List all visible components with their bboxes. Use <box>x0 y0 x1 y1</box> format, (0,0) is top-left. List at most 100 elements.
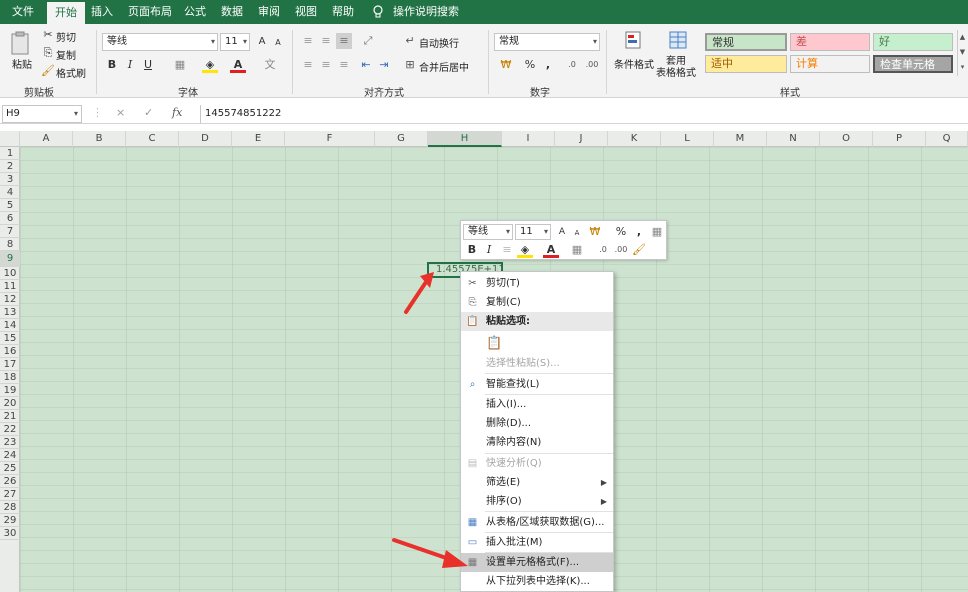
row-header[interactable]: 22 <box>0 423 20 436</box>
row-header[interactable]: 26 <box>0 475 20 488</box>
mini-format-painter-icon[interactable]: 🖌 <box>631 242 647 258</box>
mini-align-icon[interactable]: ≡ <box>499 242 515 258</box>
column-header[interactable]: D <box>179 131 232 147</box>
underline-button[interactable]: U <box>140 57 156 73</box>
fill-color-icon[interactable]: ◈ <box>202 57 218 73</box>
font-size-select[interactable]: 11 ▾ <box>220 33 250 51</box>
font-name-select[interactable]: 等线 ▾ <box>102 33 218 51</box>
mini-grow-font-button[interactable]: A <box>554 224 570 240</box>
align-top-icon[interactable]: ≡ <box>300 33 316 49</box>
row-header[interactable]: 13 <box>0 306 20 319</box>
format-as-table-button[interactable]: 套用 表格格式 <box>656 56 696 80</box>
enter-icon[interactable]: ✓ <box>144 106 153 119</box>
grow-font-button[interactable]: A <box>254 34 270 50</box>
mini-font-color-button[interactable]: A <box>543 242 559 258</box>
style-neutral[interactable]: 适中 <box>705 55 787 73</box>
conditional-formatting-button[interactable]: 条件格式 <box>614 56 654 71</box>
row-header-selected[interactable]: 9 <box>0 251 20 267</box>
style-bad[interactable]: 差 <box>790 33 870 51</box>
styles-gallery-scroll[interactable]: ▲ ▼ ▾ <box>957 30 967 76</box>
orientation-icon[interactable]: ⤢ <box>360 33 376 49</box>
shrink-font-button[interactable]: A <box>270 35 286 51</box>
menu-item-get-data-from-table[interactable]: ▦ 从表格/区域获取数据(G)... <box>461 513 613 532</box>
column-header[interactable]: B <box>73 131 126 147</box>
row-header[interactable]: 18 <box>0 371 20 384</box>
format-painter-button[interactable]: 格式刷 <box>56 65 86 80</box>
column-header-selected[interactable]: H <box>428 131 502 147</box>
font-color-icon[interactable]: A <box>230 57 246 73</box>
number-format-select[interactable]: 常规 ▾ <box>494 33 600 51</box>
row-header[interactable]: 12 <box>0 293 20 306</box>
style-good[interactable]: 好 <box>873 33 953 51</box>
column-header[interactable]: F <box>285 131 375 147</box>
mini-cell-borders-icon[interactable]: ▦ <box>569 242 585 258</box>
row-header[interactable]: 30 <box>0 527 20 540</box>
align-center-icon[interactable]: ≡ <box>318 57 334 73</box>
menu-item-clear-contents[interactable]: 清除内容(N) <box>461 433 613 452</box>
column-header[interactable]: G <box>375 131 428 147</box>
name-box[interactable]: H9 ▾ <box>2 105 82 123</box>
format-as-table-icon[interactable] <box>668 30 690 52</box>
row-header[interactable]: 20 <box>0 397 20 410</box>
mini-fill-color-icon[interactable]: ◈ <box>517 242 533 258</box>
column-header[interactable]: O <box>820 131 873 147</box>
cut-button[interactable]: 剪切 <box>56 29 76 44</box>
menu-item-pick-from-list[interactable]: 从下拉列表中选择(K)... <box>461 572 613 591</box>
column-header[interactable]: A <box>20 131 73 147</box>
row-header[interactable]: 11 <box>0 280 20 293</box>
row-header[interactable]: 1 <box>0 147 20 160</box>
tab-formulas[interactable]: 公式 <box>176 0 214 24</box>
menu-item-smart-lookup[interactable]: ⌕ 智能查找(L) <box>461 375 613 394</box>
row-header[interactable]: 17 <box>0 358 20 371</box>
column-header[interactable]: J <box>555 131 608 147</box>
menu-item-insert-comment[interactable]: ▭ 插入批注(M) <box>461 533 613 552</box>
row-header[interactable]: 4 <box>0 186 20 199</box>
row-header[interactable]: 23 <box>0 436 20 449</box>
tab-home[interactable]: 开始 <box>47 2 85 24</box>
tab-page-layout[interactable]: 页面布局 <box>120 0 180 24</box>
select-all-corner[interactable] <box>0 131 20 147</box>
row-header[interactable]: 5 <box>0 199 20 212</box>
row-header[interactable]: 27 <box>0 488 20 501</box>
row-header[interactable]: 25 <box>0 462 20 475</box>
menu-item-paste-special[interactable]: 选择性粘贴(S)... <box>461 354 613 373</box>
percent-button[interactable]: % <box>522 57 538 73</box>
phonetic-icon[interactable]: 文 <box>262 57 278 73</box>
row-header[interactable]: 10 <box>0 267 20 280</box>
decrease-decimal-icon[interactable]: .00 <box>584 57 600 73</box>
row-header[interactable]: 29 <box>0 514 20 527</box>
merge-center-button[interactable]: 合并后居中 <box>419 59 469 74</box>
tab-data[interactable]: 数据 <box>213 0 251 24</box>
menu-item-insert[interactable]: 插入(I)... <box>461 395 613 414</box>
bold-button[interactable]: B <box>104 57 120 73</box>
mini-borders-icon[interactable]: ▦ <box>649 224 665 240</box>
menu-item-copy[interactable]: ⎘ 复制(C) <box>461 293 613 312</box>
style-calculation[interactable]: 计算 <box>790 55 870 73</box>
column-header[interactable]: P <box>873 131 926 147</box>
comma-button[interactable]: , <box>540 57 556 73</box>
row-header[interactable]: 16 <box>0 345 20 358</box>
menu-item-filter[interactable]: 筛选(E) ▶ <box>461 473 613 492</box>
menu-item-format-cells[interactable]: ▦ 设置单元格格式(F)... <box>461 553 613 572</box>
align-bottom-icon[interactable]: ≡ <box>336 33 352 49</box>
tab-review[interactable]: 审阅 <box>250 0 288 24</box>
menu-item-sort[interactable]: 排序(O) ▶ <box>461 492 613 511</box>
conditional-formatting-icon[interactable] <box>624 30 644 52</box>
column-header[interactable]: M <box>714 131 767 147</box>
column-header[interactable]: L <box>661 131 714 147</box>
menu-item-delete[interactable]: 删除(D)... <box>461 414 613 433</box>
increase-indent-icon[interactable]: ⇥ <box>376 57 392 73</box>
style-normal[interactable]: 常规 <box>705 33 787 51</box>
mini-font-select[interactable]: 等线 ▾ <box>463 224 513 240</box>
mini-shrink-font-button[interactable]: A <box>569 225 585 241</box>
mini-percent-button[interactable]: % <box>613 224 629 240</box>
align-right-icon[interactable]: ≡ <box>336 57 352 73</box>
mini-italic-button[interactable]: I <box>481 242 497 258</box>
row-header[interactable]: 24 <box>0 449 20 462</box>
row-header[interactable]: 21 <box>0 410 20 423</box>
align-left-icon[interactable]: ≡ <box>300 57 316 73</box>
row-header[interactable]: 19 <box>0 384 20 397</box>
cancel-icon[interactable]: × <box>116 106 125 119</box>
formula-input[interactable]: 145574851222 <box>200 105 960 123</box>
menu-item-paste-option[interactable]: 📋 <box>461 332 613 356</box>
